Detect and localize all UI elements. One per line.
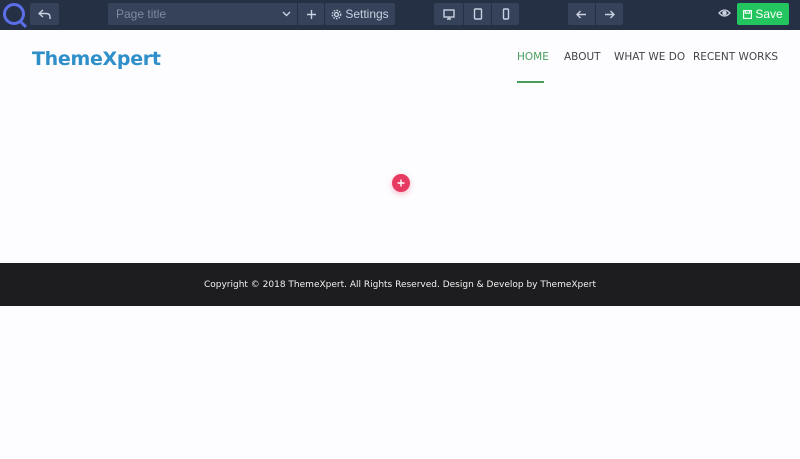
settings-label: Settings [345,7,389,21]
arrow-right-icon [605,10,615,18]
desktop-view-button[interactable] [434,3,463,25]
arrow-left-icon [576,10,586,18]
save-label: Save [755,7,783,21]
nav-item-home[interactable]: HOME [517,51,549,63]
chevron-down-icon [282,11,290,17]
nav-item-what-we-do[interactable]: WHAT WE DO [614,51,685,63]
tablet-icon [473,8,482,20]
quix-logo-icon[interactable] [3,3,25,25]
add-section-button[interactable] [392,174,410,192]
history-back-button[interactable] [568,3,595,25]
add-page-button[interactable] [298,3,324,25]
save-icon [743,9,753,19]
settings-button[interactable]: Settings [325,3,395,25]
page-dropdown-button[interactable] [275,3,297,25]
desktop-icon [442,8,455,20]
gear-icon [331,9,342,19]
mobile-icon [502,8,509,20]
save-button[interactable]: Save [737,3,789,25]
nav-item-recent-works[interactable]: RECENT WORKS [693,51,778,63]
undo-icon [38,8,51,19]
undo-button[interactable] [30,3,59,25]
site-header: ThemeXpert HOME ABOUT WHAT WE DO RECENT … [0,30,800,90]
tablet-view-button[interactable] [464,3,491,25]
site-footer: Copyright © 2018 ThemeXpert. All Rights … [0,263,800,306]
nav-active-indicator [517,81,544,83]
add-section-icon [397,179,405,187]
page-title-input[interactable] [108,3,275,25]
plus-icon [306,9,316,19]
footer-copyright: Copyright © 2018 ThemeXpert. All Rights … [203,279,597,290]
history-forward-button[interactable] [596,3,623,25]
nav-item-about[interactable]: ABOUT [564,51,601,63]
mobile-view-button[interactable] [492,3,519,25]
eye-icon[interactable] [718,8,731,18]
builder-toolbar: Settings Save [0,0,800,30]
site-brand[interactable]: ThemeXpert [32,48,161,70]
